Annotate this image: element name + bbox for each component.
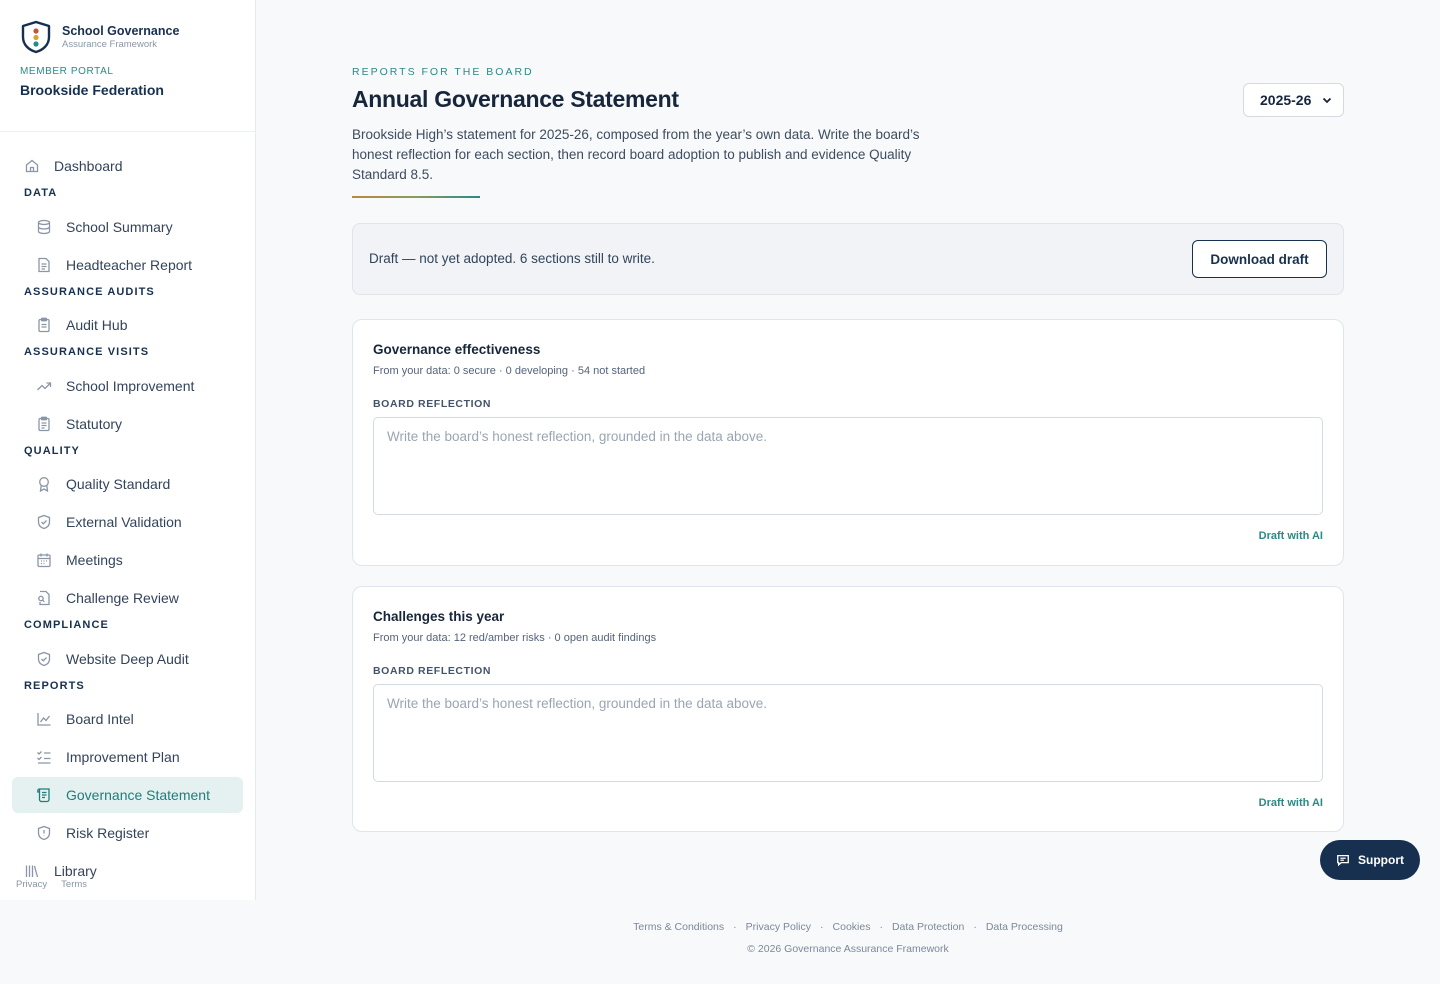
sidebar-item-label: Challenge Review (66, 590, 179, 606)
file-search-icon (38, 590, 50, 606)
award-icon (39, 477, 49, 492)
sidebar-item-label: External Validation (66, 514, 182, 530)
board-reflection-input[interactable] (373, 684, 1323, 782)
nav-section-assurance-visits: ASSURANCE VISITS (24, 346, 150, 358)
shield-alert-icon (37, 825, 51, 841)
message-square-icon (1337, 854, 1349, 867)
sidebar-item-challenge-review[interactable]: Challenge Review (36, 580, 179, 616)
portal-org-name: Brookside Federation (20, 82, 164, 98)
shield-logo-icon (21, 20, 51, 54)
status-text: Draft — not yet adopted. 6 sections stil… (369, 251, 655, 266)
document-icon (38, 257, 50, 273)
board-reflection-label: BOARD REFLECTION (373, 398, 492, 410)
trending-up-icon (37, 382, 52, 391)
support-button[interactable]: Support (1320, 840, 1420, 880)
sidebar-item-audit-hub[interactable]: Audit Hub (36, 307, 127, 343)
list-checks-icon (37, 751, 51, 764)
sidebar-item-website-deep-audit[interactable]: Website Deep Audit (36, 641, 189, 677)
sidebar-item-label: Headteacher Report (66, 257, 193, 273)
calendar-icon (37, 553, 51, 568)
footer-link-privacy[interactable]: Privacy Policy (746, 921, 811, 933)
clipboard-icon (38, 317, 50, 333)
sidebar-item-label: Risk Register (66, 825, 150, 841)
chevron-down-icon (1322, 97, 1332, 104)
section-title: Governance effectiveness (373, 342, 541, 357)
sidebar-item-label: Audit Hub (66, 317, 128, 333)
sidebar-item-meetings[interactable]: Meetings (36, 542, 123, 578)
sidebar-item-label: School Improvement (66, 378, 195, 394)
sidebar-item-headteacher-report[interactable]: Headteacher Report (36, 247, 192, 283)
sidebar-item-label: Improvement Plan (66, 749, 180, 765)
sidebar-item-improvement-plan[interactable]: Improvement Plan (36, 739, 180, 775)
sidebar-item-school-improvement[interactable]: School Improvement (36, 368, 194, 404)
portal-label: MEMBER PORTAL (20, 66, 114, 77)
year-select[interactable]: 2025-26 (1243, 83, 1344, 117)
sidebar-divider (0, 131, 255, 132)
sidebar-item-governance-statement[interactable]: Governance Statement (12, 777, 243, 813)
footer-link-cookies[interactable]: Cookies (833, 921, 871, 933)
brand-subtitle: Assurance Framework (62, 39, 158, 50)
footer-copyright: © 2026 Governance Assurance Framework (747, 943, 949, 955)
sidebar-item-statutory[interactable]: Statutory (36, 406, 122, 442)
nav-section-data: DATA (24, 187, 58, 199)
section-card-challenges: Challenges this year From your data: 12 … (352, 586, 1344, 832)
line-chart-icon (37, 713, 51, 726)
sidebar-item-dashboard[interactable]: Dashboard (24, 148, 123, 184)
sidebar-item-school-summary[interactable]: School Summary (36, 209, 173, 245)
shield-check-icon (37, 651, 51, 667)
nav-section-compliance: COMPLIANCE (24, 619, 109, 631)
sidebar: School Governance Assurance Framework ME… (0, 0, 256, 900)
sidebar-item-label: Governance Statement (66, 787, 210, 803)
scroll-text-icon (37, 788, 50, 803)
home-icon (25, 159, 39, 173)
draft-with-ai-button[interactable]: Draft with AI (1259, 530, 1323, 542)
section-data-summary: From your data: 12 red/amber risks · 0 o… (373, 632, 657, 644)
terms-link[interactable]: Terms (61, 879, 87, 890)
sidebar-item-board-intel[interactable]: Board Intel (36, 701, 134, 737)
footer-link-data-processing[interactable]: Data Processing (986, 921, 1063, 933)
page-footer: Terms & Conditions · Privacy Policy · Cookie… (256, 921, 1440, 955)
section-title: Challenges this year (373, 609, 505, 624)
privacy-link[interactable]: Privacy (16, 879, 47, 890)
page-title: Annual Governance Statement (352, 86, 679, 112)
nav-section-quality: QUALITY (24, 445, 80, 457)
download-draft-button[interactable]: Download draft (1192, 240, 1327, 278)
shield-check-icon (37, 514, 51, 530)
sidebar-item-risk-register[interactable]: Risk Register (36, 815, 149, 851)
sidebar-item-label: Meetings (66, 552, 123, 568)
footer-link-data-protection[interactable]: Data Protection (892, 921, 964, 933)
sidebar-item-external-validation[interactable]: External Validation (36, 504, 182, 540)
clipboard-list-icon (38, 416, 50, 432)
sidebar-item-label: Quality Standard (66, 476, 171, 492)
sidebar-item-label: Statutory (66, 416, 123, 432)
sidebar-item-label: Website Deep Audit (66, 651, 189, 667)
brand-name: School Governance (62, 24, 180, 38)
sidebar-item-quality-standard[interactable]: Quality Standard (36, 466, 170, 502)
year-select-value: 2025-26 (1260, 92, 1312, 108)
brand[interactable]: School Governance Assurance Framework (20, 20, 179, 54)
board-reflection-input[interactable] (373, 417, 1323, 515)
nav-section-assurance-audits: ASSURANCE AUDITS (24, 286, 155, 298)
library-icon (25, 865, 39, 878)
sidebar-item-label: School Summary (66, 219, 173, 235)
page-description: Brookside High’s statement for 2025-26, … (352, 127, 920, 182)
nav-section-reports: REPORTS (24, 680, 85, 692)
status-banner: Draft — not yet adopted. 6 sections stil… (352, 223, 1344, 295)
sidebar-item-label: Library (54, 863, 97, 879)
sidebar-item-label: Dashboard (54, 158, 123, 174)
database-icon (37, 219, 51, 235)
footer-link-terms[interactable]: Terms & Conditions (633, 921, 724, 933)
title-underline (352, 196, 480, 198)
sidebar-footer-links: Privacy Terms (16, 879, 101, 890)
support-label: Support (1358, 853, 1404, 867)
section-data-summary: From your data: 0 secure · 0 developing … (373, 365, 646, 377)
section-card-governance-effectiveness: Governance effectiveness From your data:… (352, 319, 1344, 566)
draft-with-ai-button[interactable]: Draft with AI (1259, 797, 1323, 809)
sidebar-item-label: Board Intel (66, 711, 134, 727)
page-eyebrow: REPORTS FOR THE BOARD (352, 66, 534, 78)
board-reflection-label: BOARD REFLECTION (373, 665, 492, 677)
